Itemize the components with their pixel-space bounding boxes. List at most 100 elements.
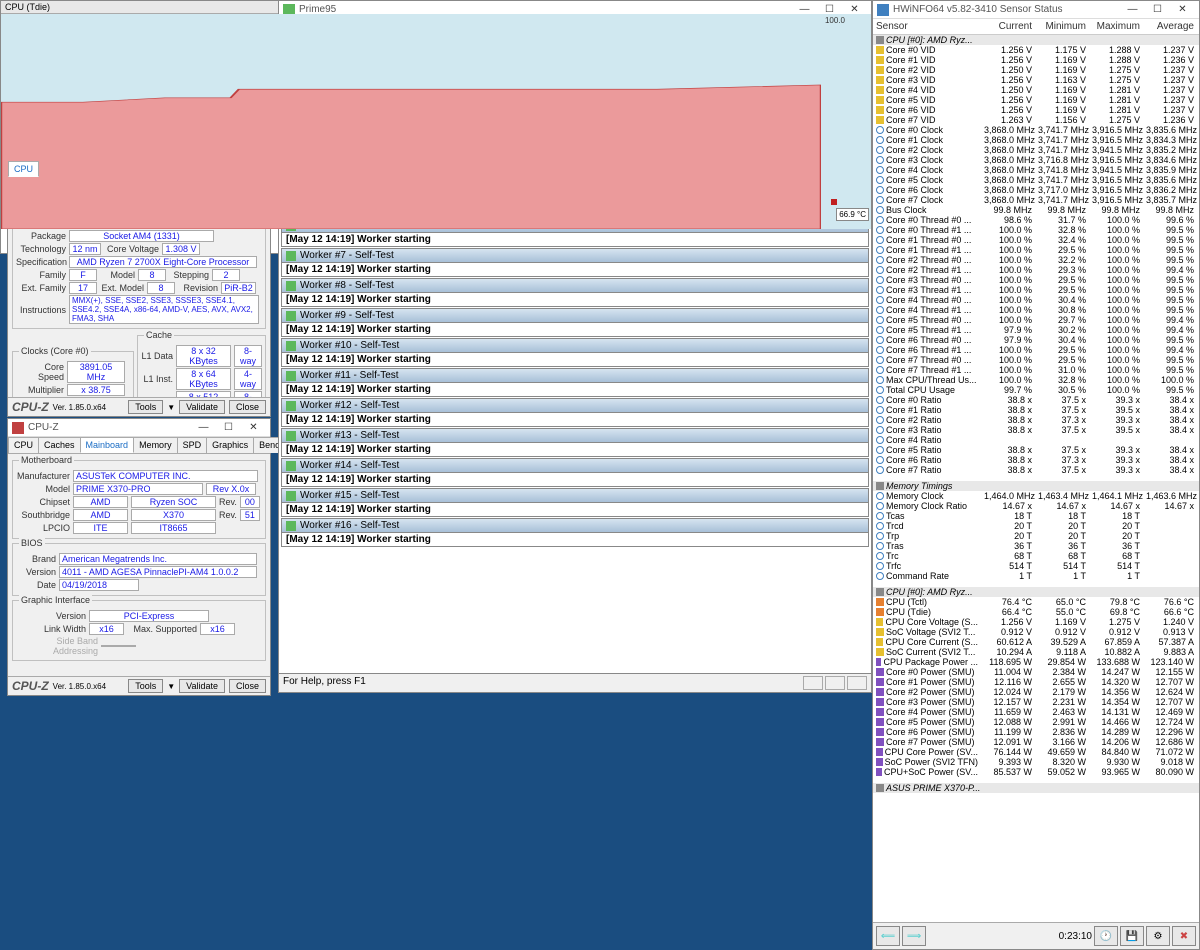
sensor-row[interactable]: Core #6 Ratio38.8 x37.3 x39.3 x38.4 x bbox=[873, 455, 1199, 465]
worker-header[interactable]: Worker #12 - Self-Test bbox=[281, 398, 869, 413]
hw-content[interactable]: CPU [#0]: AMD Ryz...Core #0 VID1.256 V1.… bbox=[873, 35, 1199, 922]
sensor-section[interactable]: ASUS PRIME X370-P... bbox=[873, 783, 1199, 793]
sensor-row[interactable]: Core #4 Thread #0 ...100.0 %30.4 %100.0 … bbox=[873, 295, 1199, 305]
next-button[interactable]: ⟹ bbox=[902, 926, 926, 946]
sensor-row[interactable]: Core #4 VID1.250 V1.169 V1.281 V1.237 V bbox=[873, 85, 1199, 95]
sensor-row[interactable]: Core #0 Thread #0 ...98.6 %31.7 %100.0 %… bbox=[873, 215, 1199, 225]
sensor-row[interactable]: CPU Core Current (S...60.612 A39.529 A67… bbox=[873, 637, 1199, 647]
sensor-row[interactable]: Core #1 Thread #0 ...100.0 %32.4 %100.0 … bbox=[873, 235, 1199, 245]
sensor-row[interactable]: Core #5 Clock3,868.0 MHz3,741.7 MHz3,916… bbox=[873, 175, 1199, 185]
worker-header[interactable]: Worker #16 - Self-Test bbox=[281, 518, 869, 533]
sensor-row[interactable]: CPU Package Power ...118.695 W29.854 W13… bbox=[873, 657, 1199, 667]
sensor-row[interactable]: CPU (Tdie)66.4 °C55.0 °C69.8 °C66.6 °C bbox=[873, 607, 1199, 617]
sensor-row[interactable]: Core #6 Clock3,868.0 MHz3,717.0 MHz3,916… bbox=[873, 185, 1199, 195]
sensor-row[interactable]: Trcd20 T20 T20 T bbox=[873, 521, 1199, 531]
cpuz2-titlebar[interactable]: CPU-Z — ☐ ✕ bbox=[8, 419, 270, 437]
sensor-row[interactable]: Core #6 Thread #1 ...100.0 %29.5 %100.0 … bbox=[873, 345, 1199, 355]
sensor-row[interactable]: Core #7 Ratio38.8 x37.5 x39.3 x38.4 x bbox=[873, 465, 1199, 475]
worker-header[interactable]: Worker #14 - Self-Test bbox=[281, 458, 869, 473]
sensor-row[interactable]: Command Rate1 T1 T1 T bbox=[873, 571, 1199, 581]
sensor-row[interactable]: Core #0 Clock3,868.0 MHz3,741.7 MHz3,916… bbox=[873, 125, 1199, 135]
sensor-row[interactable]: Core #3 Thread #0 ...100.0 %29.5 %100.0 … bbox=[873, 275, 1199, 285]
worker-header[interactable]: Worker #9 - Self-Test bbox=[281, 308, 869, 323]
minimize-button[interactable]: — bbox=[1120, 4, 1145, 15]
graph-body[interactable]: 100.0 66.9 °C bbox=[1, 14, 871, 229]
col-min[interactable]: Minimum bbox=[1035, 19, 1089, 34]
prev-button[interactable]: ⟸ bbox=[876, 926, 900, 946]
sensor-row[interactable]: Core #5 VID1.256 V1.169 V1.281 V1.237 V bbox=[873, 95, 1199, 105]
sensor-row[interactable]: Core #3 Clock3,868.0 MHz3,716.8 MHz3,916… bbox=[873, 155, 1199, 165]
sensor-row[interactable]: Trfc514 T514 T514 T bbox=[873, 561, 1199, 571]
col-avg[interactable]: Average bbox=[1143, 19, 1197, 34]
validate-button[interactable]: Validate bbox=[179, 400, 225, 414]
sensor-row[interactable]: Core #7 Thread #0 ...100.0 %29.5 %100.0 … bbox=[873, 355, 1199, 365]
clock-icon[interactable]: 🕐 bbox=[1094, 926, 1118, 946]
sensor-row[interactable]: Core #3 Ratio38.8 x37.5 x39.5 x38.4 x bbox=[873, 425, 1199, 435]
sensor-section[interactable]: CPU [#0]: AMD Ryz... bbox=[873, 35, 1199, 45]
sensor-row[interactable]: Core #1 Thread #1 ...100.0 %29.5 %100.0 … bbox=[873, 245, 1199, 255]
sensor-row[interactable]: Trc68 T68 T68 T bbox=[873, 551, 1199, 561]
sensor-row[interactable]: Core #0 Power (SMU)11.004 W2.384 W14.247… bbox=[873, 667, 1199, 677]
worker-header[interactable]: Worker #15 - Self-Test bbox=[281, 488, 869, 503]
sensor-row[interactable]: Core #6 VID1.256 V1.169 V1.281 V1.237 V bbox=[873, 105, 1199, 115]
worker-header[interactable]: Worker #11 - Self-Test bbox=[281, 368, 869, 383]
tab-graphics[interactable]: Graphics bbox=[206, 437, 254, 453]
maximize-button[interactable]: ☐ bbox=[216, 422, 241, 433]
sensor-row[interactable]: Tcas18 T18 T18 T bbox=[873, 511, 1199, 521]
sensor-row[interactable]: CPU Core Power (SV...76.144 W49.659 W84.… bbox=[873, 747, 1199, 757]
sensor-row[interactable]: Core #3 Thread #1 ...100.0 %29.5 %100.0 … bbox=[873, 285, 1199, 295]
sensor-row[interactable]: SoC Power (SVI2 TFN)9.393 W8.320 W9.930 … bbox=[873, 757, 1199, 767]
sensor-row[interactable]: Core #1 Power (SMU)12.116 W2.655 W14.320… bbox=[873, 677, 1199, 687]
sensor-row[interactable]: Core #4 Power (SMU)11.659 W2.463 W14.131… bbox=[873, 707, 1199, 717]
sensor-row[interactable]: Memory Clock Ratio14.67 x14.67 x14.67 x1… bbox=[873, 501, 1199, 511]
sensor-row[interactable]: Core #1 VID1.256 V1.169 V1.288 V1.236 V bbox=[873, 55, 1199, 65]
sensor-row[interactable]: Trp20 T20 T20 T bbox=[873, 531, 1199, 541]
sensor-row[interactable]: Core #2 Thread #0 ...100.0 %32.2 %100.0 … bbox=[873, 255, 1199, 265]
sensor-row[interactable]: Memory Clock1,464.0 MHz1,463.4 MHz1,464.… bbox=[873, 491, 1199, 501]
sensor-row[interactable]: Core #3 Power (SMU)12.157 W2.231 W14.354… bbox=[873, 697, 1199, 707]
worker-header[interactable]: Worker #7 - Self-Test bbox=[281, 248, 869, 263]
tab-cpu[interactable]: CPU bbox=[8, 437, 39, 453]
sensor-row[interactable]: Total CPU Usage99.7 %30.5 %100.0 %99.5 % bbox=[873, 385, 1199, 395]
sensor-row[interactable]: Core #1 Ratio38.8 x37.5 x39.5 x38.4 x bbox=[873, 405, 1199, 415]
sensor-row[interactable]: Core #1 Clock3,868.0 MHz3,741.7 MHz3,916… bbox=[873, 135, 1199, 145]
sensor-row[interactable]: Core #5 Power (SMU)12.088 W2.991 W14.466… bbox=[873, 717, 1199, 727]
sensor-row[interactable]: Core #2 Power (SMU)12.024 W2.179 W14.356… bbox=[873, 687, 1199, 697]
sensor-row[interactable]: SoC Voltage (SVI2 T...0.912 V0.912 V0.91… bbox=[873, 627, 1199, 637]
sensor-row[interactable]: Core #4 Clock3,868.0 MHz3,741.8 MHz3,941… bbox=[873, 165, 1199, 175]
sensor-row[interactable]: Core #2 VID1.250 V1.169 V1.275 V1.237 V bbox=[873, 65, 1199, 75]
sensor-row[interactable]: Core #7 Thread #1 ...100.0 %31.0 %100.0 … bbox=[873, 365, 1199, 375]
sensor-row[interactable]: Max CPU/Thread Us...100.0 %32.8 %100.0 %… bbox=[873, 375, 1199, 385]
tab-mainboard[interactable]: Mainboard bbox=[80, 437, 135, 453]
sensor-row[interactable]: Tras36 T36 T36 T bbox=[873, 541, 1199, 551]
sensor-row[interactable]: CPU (Tctl)76.4 °C65.0 °C79.8 °C76.6 °C bbox=[873, 597, 1199, 607]
col-sensor[interactable]: Sensor bbox=[873, 19, 981, 34]
sensor-row[interactable]: Core #6 Power (SMU)11.199 W2.836 W14.289… bbox=[873, 727, 1199, 737]
settings-icon[interactable]: ⚙ bbox=[1146, 926, 1170, 946]
sensor-row[interactable]: Core #7 Power (SMU)12.091 W3.166 W14.206… bbox=[873, 737, 1199, 747]
sensor-row[interactable]: Core #2 Thread #1 ...100.0 %29.3 %100.0 … bbox=[873, 265, 1199, 275]
worker-header[interactable]: Worker #10 - Self-Test bbox=[281, 338, 869, 353]
tab-spd[interactable]: SPD bbox=[177, 437, 208, 453]
hw-titlebar[interactable]: HWiNFO64 v5.82-3410 Sensor Status — ☐ ✕ bbox=[873, 1, 1199, 19]
sensor-section[interactable]: Memory Timings bbox=[873, 481, 1199, 491]
minimize-button[interactable]: — bbox=[191, 422, 216, 433]
close-button[interactable]: ✕ bbox=[1170, 4, 1195, 15]
tab-caches[interactable]: Caches bbox=[38, 437, 81, 453]
sensor-row[interactable]: Core #3 VID1.256 V1.163 V1.275 V1.237 V bbox=[873, 75, 1199, 85]
save-icon[interactable]: 💾 bbox=[1120, 926, 1144, 946]
sensor-section[interactable]: CPU [#0]: AMD Ryz... bbox=[873, 587, 1199, 597]
maximize-button[interactable]: ☐ bbox=[1145, 4, 1170, 15]
sensor-row[interactable]: Core #6 Thread #0 ...97.9 %30.4 %100.0 %… bbox=[873, 335, 1199, 345]
sensor-row[interactable]: Core #2 Ratio38.8 x37.3 x39.3 x38.4 x bbox=[873, 415, 1199, 425]
sensor-row[interactable]: Core #5 Ratio38.8 x37.5 x39.3 x38.4 x bbox=[873, 445, 1199, 455]
worker-header[interactable]: Worker #13 - Self-Test bbox=[281, 428, 869, 443]
sensor-row[interactable]: Core #0 VID1.256 V1.175 V1.288 V1.237 V bbox=[873, 45, 1199, 55]
sensor-row[interactable]: Core #0 Ratio38.8 x37.5 x39.3 x38.4 x bbox=[873, 395, 1199, 405]
sensor-row[interactable]: Bus Clock99.8 MHz99.8 MHz99.8 MHz99.8 MH… bbox=[873, 205, 1199, 215]
sensor-row[interactable]: Core #2 Clock3,868.0 MHz3,741.7 MHz3,941… bbox=[873, 145, 1199, 155]
sensor-row[interactable]: Core #7 VID1.263 V1.156 V1.275 V1.236 V bbox=[873, 115, 1199, 125]
worker-header[interactable]: Worker #8 - Self-Test bbox=[281, 278, 869, 293]
col-max[interactable]: Maximum bbox=[1089, 19, 1143, 34]
tab-memory[interactable]: Memory bbox=[133, 437, 178, 453]
